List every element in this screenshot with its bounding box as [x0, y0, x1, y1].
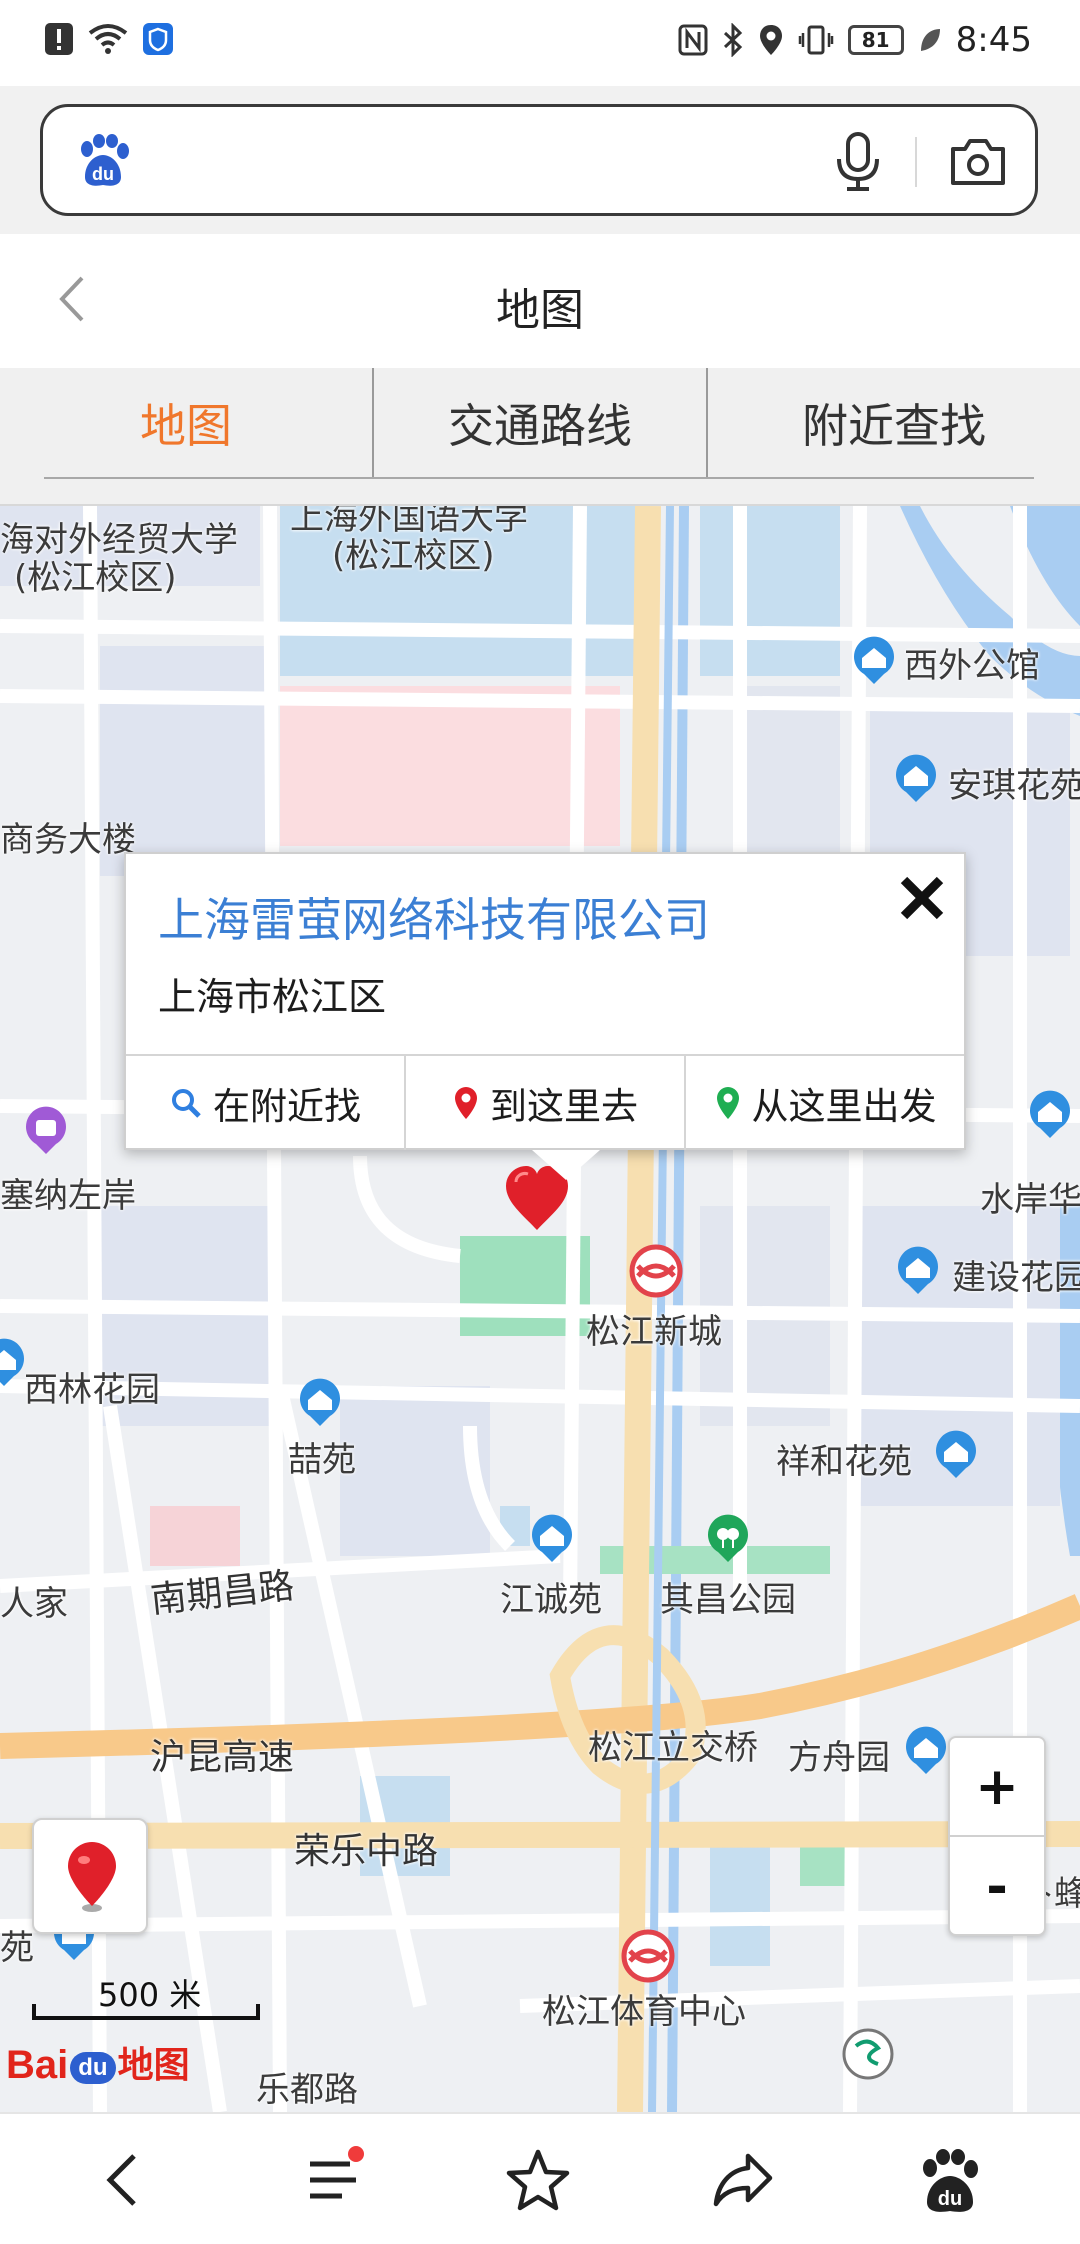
notification-dot: [348, 2146, 364, 2162]
battery-indicator: 81: [847, 25, 904, 55]
shanghai-metro-icon: [842, 2028, 894, 2080]
status-time: 8:45: [955, 20, 1032, 60]
residential-poi-icon[interactable]: [294, 1376, 346, 1428]
go-here-button[interactable]: 到这里去: [406, 1056, 686, 1150]
start-from-here-label: 从这里出发: [751, 1085, 937, 1128]
share-icon[interactable]: [706, 2142, 782, 2218]
map-label: 西林花园: [24, 1370, 160, 1410]
alert-icon: [45, 23, 73, 55]
tab-bar: 地图 交通路线 附近查找: [0, 368, 1080, 506]
logo-bai-text: Bai: [6, 2043, 69, 2087]
map-label: 江诚苑: [500, 1580, 602, 1620]
start-from-here-button[interactable]: 从这里出发: [686, 1056, 964, 1150]
nfc-icon: [678, 24, 708, 56]
residential-poi-icon[interactable]: [930, 1428, 982, 1480]
search-nearby-label: 在附近找: [213, 1085, 361, 1128]
popup-title[interactable]: 上海雷萤网络科技有限公司: [158, 884, 710, 950]
location-info-popup: 上海雷萤网络科技有限公司 上海市松江区 在附近找 到这里去 从这里出发: [124, 852, 966, 1180]
metro-station-icon: [621, 1929, 675, 1983]
popup-address: 上海市松江区: [158, 975, 387, 1019]
page-title: 地图: [496, 285, 584, 336]
location-icon: [759, 25, 782, 55]
location-pin-icon: [68, 1842, 116, 1912]
shield-icon: [143, 23, 173, 55]
my-location-button[interactable]: [32, 1818, 148, 1934]
map-label: 其昌公园: [660, 1580, 796, 1620]
search-bar-container: du: [0, 86, 1080, 234]
map-label-road: 乐都路: [256, 2070, 358, 2110]
map-label: 祥和花苑: [776, 1442, 912, 1482]
zoom-control: + -: [948, 1736, 1046, 1936]
star-icon[interactable]: [500, 2142, 576, 2218]
map-canvas: [0, 506, 1080, 2112]
map-label: 商务大楼: [0, 820, 136, 860]
map-label: 水岸华: [980, 1180, 1080, 1220]
baidu-paw-icon[interactable]: du: [912, 2142, 988, 2218]
bluetooth-icon: [723, 23, 742, 57]
search-input[interactable]: [163, 127, 843, 197]
search-box[interactable]: du: [40, 104, 1038, 216]
park-poi-icon[interactable]: [702, 1512, 754, 1564]
map-label: (松江校区): [14, 558, 177, 598]
tab-transit-route[interactable]: 交通路线: [374, 368, 706, 478]
map-label: 松江新城: [586, 1312, 722, 1352]
zoom-in-button[interactable]: +: [950, 1738, 1044, 1837]
leaf-icon: [920, 29, 940, 51]
map-label: (松江校区): [332, 536, 495, 576]
tab-label: 地图: [140, 399, 232, 453]
tab-label: 附近查找: [802, 399, 986, 453]
residential-poi-icon[interactable]: [848, 634, 900, 686]
go-here-label: 到这里去: [490, 1085, 638, 1128]
map-label: 建设花园: [952, 1258, 1080, 1298]
map-label: 人家: [0, 1584, 68, 1624]
map-label: 松江立交桥: [588, 1728, 758, 1768]
search-nearby-button[interactable]: 在附近找: [126, 1056, 406, 1150]
svg-text:du: du: [92, 164, 114, 184]
search-icon: [172, 1089, 201, 1118]
popup-actions: 在附近找 到这里去 从这里出发: [126, 1054, 964, 1150]
map-label: 松江体育中心: [542, 1992, 746, 2032]
close-icon[interactable]: [894, 870, 950, 926]
tab-nearby-search[interactable]: 附近查找: [708, 368, 1080, 478]
svg-text:du: du: [938, 2188, 962, 2210]
baidu-map-logo: Bai du 地图: [6, 2036, 190, 2088]
map-label: 喆苑: [288, 1440, 356, 1480]
vibrate-icon: [798, 25, 833, 55]
residential-poi-icon[interactable]: [526, 1512, 578, 1564]
map-label-road: 荣乐中路: [294, 1831, 439, 1872]
popup-pointer: [532, 1150, 600, 1180]
map-label: 方舟园: [788, 1738, 890, 1778]
status-bar: 81 8:45: [0, 0, 1080, 86]
map-label: 塞纳左岸: [0, 1176, 136, 1216]
tab-underline: [44, 477, 1034, 479]
map-scale-bar: [32, 2004, 260, 2020]
residential-poi-icon[interactable]: [1024, 1088, 1076, 1140]
shopping-poi-icon[interactable]: [20, 1104, 72, 1156]
destination-pin-icon: [455, 1087, 477, 1119]
start-pin-icon: [716, 1087, 739, 1119]
map-label: 西外公馆: [904, 646, 1040, 686]
wifi-icon: [88, 24, 128, 54]
zoom-out-button[interactable]: -: [950, 1837, 1044, 1936]
logo-du-text: du: [70, 2052, 116, 2084]
residential-poi-icon[interactable]: [892, 1244, 944, 1296]
search-divider: [915, 137, 917, 187]
map-label: 安琪花苑: [948, 766, 1080, 806]
residential-poi-icon[interactable]: [890, 752, 942, 804]
residential-poi-icon[interactable]: [900, 1724, 952, 1776]
baidu-paw-icon[interactable]: du: [75, 133, 131, 189]
page-header: 地图: [0, 234, 1080, 368]
back-icon[interactable]: [86, 2142, 162, 2218]
tab-label: 交通路线: [448, 399, 632, 453]
metro-station-icon: [629, 1244, 683, 1298]
map-view[interactable]: 海对外经贸大学 (松江校区) 上海外国语大学 (松江校区) 西外公馆 安琪花苑 …: [0, 506, 1080, 2112]
logo-map-text: 地图: [117, 2045, 190, 2086]
camera-icon[interactable]: [949, 135, 1007, 187]
tab-map[interactable]: 地图: [0, 368, 372, 478]
browser-bottom-bar: du: [0, 2112, 1080, 2244]
map-label: 苑: [0, 1928, 34, 1968]
map-label-road: 沪昆高速: [150, 1737, 295, 1778]
microphone-icon[interactable]: [833, 131, 883, 193]
